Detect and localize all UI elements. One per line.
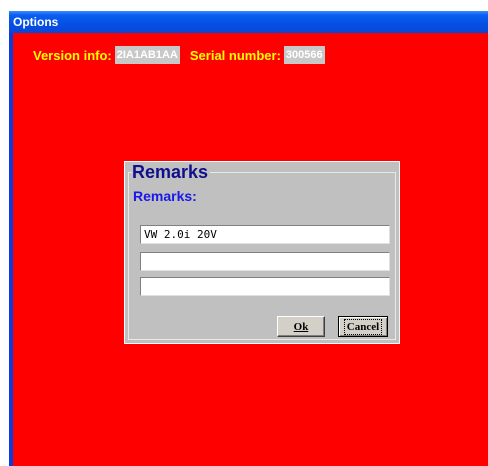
cancel-button[interactable]: Cancel bbox=[338, 316, 388, 337]
dialog-title: Remarks bbox=[132, 162, 211, 183]
serial-number-value: 300566 bbox=[283, 46, 325, 64]
ok-button-label: Ok bbox=[293, 320, 309, 333]
version-info-label: Version info: bbox=[33, 47, 112, 63]
remarks-dialog: Remarks Remarks: Ok Cancel bbox=[124, 161, 400, 344]
remark-field-3[interactable] bbox=[140, 277, 390, 296]
remarks-label: Remarks: bbox=[133, 188, 197, 204]
window-title: Options bbox=[13, 15, 59, 29]
options-client-area: Version info: 2IA1AB1AA Serial number: 3… bbox=[13, 33, 488, 466]
version-info-value: 2IA1AB1AA bbox=[114, 46, 180, 64]
serial-number-label: Serial number: bbox=[189, 47, 281, 63]
ok-button[interactable]: Ok bbox=[277, 316, 325, 337]
options-window: Options Version info: 2IA1AB1AA Serial n… bbox=[9, 11, 488, 466]
info-row: Version info: 2IA1AB1AA Serial number: 3… bbox=[33, 44, 335, 66]
remark-field-1[interactable] bbox=[140, 225, 390, 244]
title-bar[interactable]: Options bbox=[9, 11, 488, 33]
remark-field-2[interactable] bbox=[140, 252, 390, 271]
cancel-button-label: Cancel bbox=[343, 318, 383, 335]
